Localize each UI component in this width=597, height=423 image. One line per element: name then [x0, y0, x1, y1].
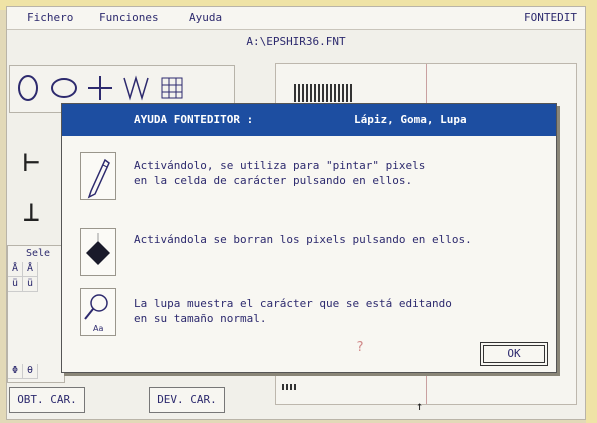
menu-bar: Fichero Funciones Ayuda FONTEDIT	[7, 7, 585, 30]
ellipse-tool-icon[interactable]	[14, 74, 42, 102]
menu-fichero[interactable]: Fichero	[27, 7, 73, 29]
help-text-line: Activándolo, se utiliza para "pintar" pi…	[134, 159, 426, 172]
app-name-label: FONTEDIT	[524, 11, 577, 24]
pixel-preview	[294, 84, 354, 102]
magnifier-icon: Aa	[80, 288, 116, 336]
dialog-subtitle: Lápiz, Goma, Lupa	[354, 113, 467, 126]
help-text-line: La lupa muestra el carácter que se está …	[134, 297, 452, 310]
pixel-preview-small	[282, 384, 296, 390]
grid-tool-icon[interactable]	[158, 74, 186, 102]
mouse-cursor-icon: ↑	[416, 399, 424, 413]
selector-cell[interactable]: θ	[23, 364, 38, 379]
character-selector: Sele Å Å ü ü Φ θ	[7, 245, 65, 383]
zigzag-tool-icon[interactable]	[122, 74, 150, 102]
obtain-character-button[interactable]: OBT. CAR.	[9, 387, 85, 413]
shift-down-icon[interactable]: ⊥	[23, 195, 40, 228]
dialog-title: AYUDA FONTEDITOR :	[134, 113, 254, 126]
shift-left-icon[interactable]: ⊢	[23, 145, 40, 178]
dialog-title-bar: AYUDA FONTEDITOR : Lápiz, Goma, Lupa	[62, 104, 556, 136]
ok-button[interactable]: OK	[480, 342, 548, 366]
circle-tool-icon[interactable]	[50, 74, 78, 102]
help-text-line: en su tamaño normal.	[134, 312, 267, 325]
menu-funciones[interactable]: Funciones	[99, 7, 159, 29]
file-path-label: A:\EPSHIR36.FNT	[246, 35, 346, 48]
menu-ayuda[interactable]: Ayuda	[189, 7, 222, 29]
selector-cell[interactable]: Φ	[8, 364, 23, 379]
pencil-icon	[80, 152, 116, 200]
svg-text:Aa: Aa	[93, 324, 103, 333]
help-text-line: en la celda de carácter pulsando en ello…	[134, 174, 413, 187]
selector-cell[interactable]: Å	[8, 262, 23, 277]
selector-cell[interactable]: ü	[8, 277, 23, 292]
selector-cell[interactable]: Å	[23, 262, 38, 277]
selector-cell[interactable]: ü	[23, 277, 38, 292]
cross-tool-icon[interactable]	[86, 74, 114, 102]
help-dialog: AYUDA FONTEDITOR : Lápiz, Goma, Lupa Act…	[61, 103, 557, 373]
selector-header: Sele	[26, 248, 51, 259]
monitor-bezel-right	[586, 0, 597, 423]
help-question-icon: ?	[356, 340, 364, 355]
app-window: Fichero Funciones Ayuda FONTEDIT A:\EPSH…	[6, 6, 586, 420]
help-text-line: Activándola se borran los pixels pulsand…	[134, 233, 472, 246]
return-character-button[interactable]: DEV. CAR.	[149, 387, 225, 413]
eraser-icon	[80, 228, 116, 276]
